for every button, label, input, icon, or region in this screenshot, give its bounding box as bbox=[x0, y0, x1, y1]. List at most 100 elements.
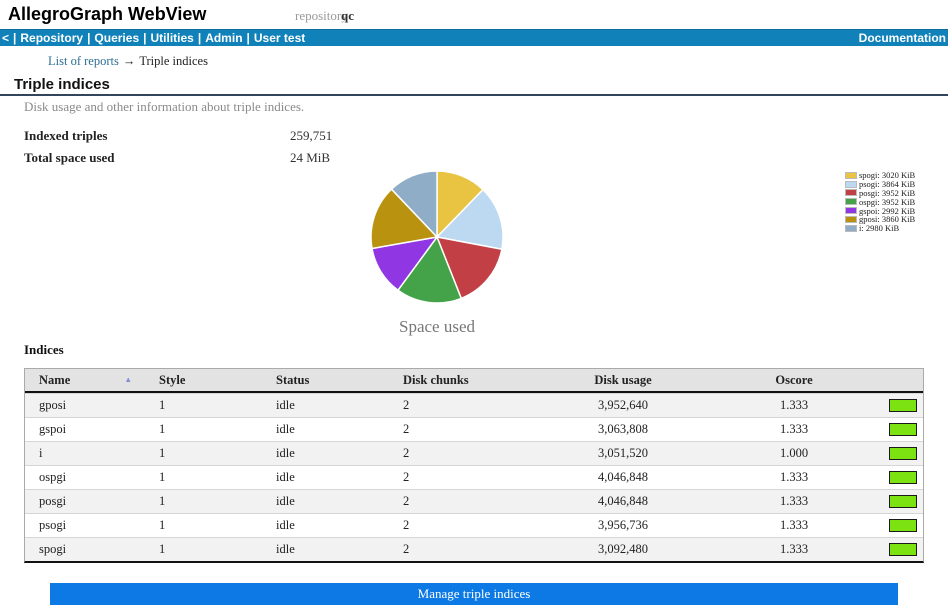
cell-chunks: 2 bbox=[389, 470, 523, 485]
nav-separator: | bbox=[83, 31, 94, 45]
chart-caption: Space used bbox=[337, 317, 537, 337]
nav-separator: | bbox=[139, 31, 150, 45]
nav-item-queries[interactable]: Queries bbox=[94, 31, 139, 45]
table-row-spogi: spogi1idle23,092,4801.333 bbox=[25, 537, 923, 561]
cell-status: idle bbox=[262, 470, 389, 485]
cell-style: 1 bbox=[145, 398, 262, 413]
cell-name: i bbox=[25, 446, 145, 461]
nav-left: <|Repository|Queries|Utilities|Admin|Use… bbox=[2, 30, 305, 46]
cell-style: 1 bbox=[145, 422, 262, 437]
cell-oscore: 1.333 bbox=[723, 542, 865, 557]
cell-chunks: 2 bbox=[389, 398, 523, 413]
cell-usage: 3,051,520 bbox=[523, 446, 723, 461]
legend-swatch bbox=[845, 172, 857, 179]
cell-status: idle bbox=[262, 494, 389, 509]
table-row-psogi: psogi1idle23,956,7361.333 bbox=[25, 513, 923, 537]
cell-usage: 3,956,736 bbox=[523, 518, 723, 533]
page-subtitle: Disk usage and other information about t… bbox=[24, 99, 304, 115]
cell-style: 1 bbox=[145, 446, 262, 461]
cell-oscore: 1.333 bbox=[723, 398, 865, 413]
cell-health bbox=[865, 423, 923, 436]
cell-name: gposi bbox=[25, 398, 145, 413]
health-bar bbox=[889, 399, 917, 412]
repository-name: qc bbox=[341, 8, 354, 24]
breadcrumb-arrow-icon: → bbox=[119, 54, 140, 68]
cell-name: psogi bbox=[25, 518, 145, 533]
nav-item-user-test[interactable]: User test bbox=[254, 31, 305, 45]
column-header-style[interactable]: Style bbox=[145, 373, 262, 388]
legend-swatch bbox=[845, 225, 857, 232]
chart-legend: spogi: 3020 KiBpsogi: 3864 KiBposgi: 395… bbox=[845, 171, 915, 233]
table-row-gposi: gposi1idle23,952,6401.333 bbox=[25, 393, 923, 417]
cell-oscore: 1.333 bbox=[723, 422, 865, 437]
cell-style: 1 bbox=[145, 518, 262, 533]
cell-oscore: 1.333 bbox=[723, 470, 865, 485]
column-header-name[interactable]: Name▲ bbox=[25, 373, 145, 388]
table-row-posgi: posgi1idle24,046,8481.333 bbox=[25, 489, 923, 513]
nav-item-utilities[interactable]: Utilities bbox=[150, 31, 193, 45]
cell-chunks: 2 bbox=[389, 518, 523, 533]
cell-oscore: 1.333 bbox=[723, 518, 865, 533]
back-chevron-icon[interactable]: < bbox=[2, 31, 9, 45]
nav-separator: | bbox=[194, 31, 205, 45]
nav-item-admin[interactable]: Admin bbox=[205, 31, 242, 45]
cell-usage: 4,046,848 bbox=[523, 494, 723, 509]
app-header: AllegroGraph WebView repository qc bbox=[0, 0, 948, 29]
cell-name: gspoi bbox=[25, 422, 145, 437]
health-bar bbox=[889, 543, 917, 556]
cell-health bbox=[865, 495, 923, 508]
cell-usage: 3,063,808 bbox=[523, 422, 723, 437]
table-row-ospgi: ospgi1idle24,046,8481.333 bbox=[25, 465, 923, 489]
nav-item-repository[interactable]: Repository bbox=[20, 31, 83, 45]
cell-name: posgi bbox=[25, 494, 145, 509]
cell-usage: 3,092,480 bbox=[523, 542, 723, 557]
legend-label: i: 2980 KiB bbox=[859, 223, 899, 233]
legend-swatch bbox=[845, 181, 857, 188]
health-bar bbox=[889, 471, 917, 484]
sort-asc-icon: ▲ bbox=[124, 375, 132, 384]
legend-swatch bbox=[845, 207, 857, 214]
cell-health bbox=[865, 447, 923, 460]
health-bar bbox=[889, 423, 917, 436]
cell-health bbox=[865, 519, 923, 532]
indices-table: Name▲ Style Status Disk chunks Disk usag… bbox=[24, 368, 924, 563]
legend-swatch bbox=[845, 198, 857, 205]
table-row-i: i1idle23,051,5201.000 bbox=[25, 441, 923, 465]
cell-health bbox=[865, 399, 923, 412]
cell-chunks: 2 bbox=[389, 422, 523, 437]
cell-usage: 4,046,848 bbox=[523, 470, 723, 485]
column-header-oscore[interactable]: Oscore bbox=[723, 373, 865, 388]
stat-indexed-triples: Indexed triples 259,751 bbox=[24, 128, 524, 150]
list-of-reports-link[interactable]: List of reports bbox=[48, 54, 119, 68]
table-header-row: Name▲ Style Status Disk chunks Disk usag… bbox=[25, 369, 923, 393]
cell-chunks: 2 bbox=[389, 446, 523, 461]
stat-value: 24 MiB bbox=[290, 150, 330, 166]
nav-bar: <|Repository|Queries|Utilities|Admin|Use… bbox=[0, 29, 948, 46]
cell-chunks: 2 bbox=[389, 494, 523, 509]
documentation-link[interactable]: Documentation bbox=[859, 30, 946, 46]
cell-name: spogi bbox=[25, 542, 145, 557]
cell-style: 1 bbox=[145, 470, 262, 485]
health-bar bbox=[889, 447, 917, 460]
manage-triple-indices-button[interactable]: Manage triple indices bbox=[50, 583, 898, 605]
health-bar bbox=[889, 495, 917, 508]
page-title: Triple indices bbox=[14, 76, 110, 93]
cell-style: 1 bbox=[145, 494, 262, 509]
health-bar bbox=[889, 519, 917, 532]
column-header-status[interactable]: Status bbox=[262, 373, 389, 388]
stat-value: 259,751 bbox=[290, 128, 332, 144]
cell-oscore: 1.333 bbox=[723, 494, 865, 509]
cell-health bbox=[865, 471, 923, 484]
column-header-disk-chunks[interactable]: Disk chunks bbox=[389, 373, 523, 388]
column-header-disk-usage[interactable]: Disk usage bbox=[523, 373, 723, 388]
cell-status: idle bbox=[262, 542, 389, 557]
cell-health bbox=[865, 543, 923, 556]
legend-swatch bbox=[845, 216, 857, 223]
cell-name: ospgi bbox=[25, 470, 145, 485]
cell-chunks: 2 bbox=[389, 542, 523, 557]
breadcrumb-current: Triple indices bbox=[139, 54, 208, 68]
table-row-gspoi: gspoi1idle23,063,8081.333 bbox=[25, 417, 923, 441]
legend-item-i: i: 2980 KiB bbox=[845, 224, 915, 233]
nav-separator: | bbox=[9, 31, 20, 45]
title-divider bbox=[0, 94, 948, 96]
